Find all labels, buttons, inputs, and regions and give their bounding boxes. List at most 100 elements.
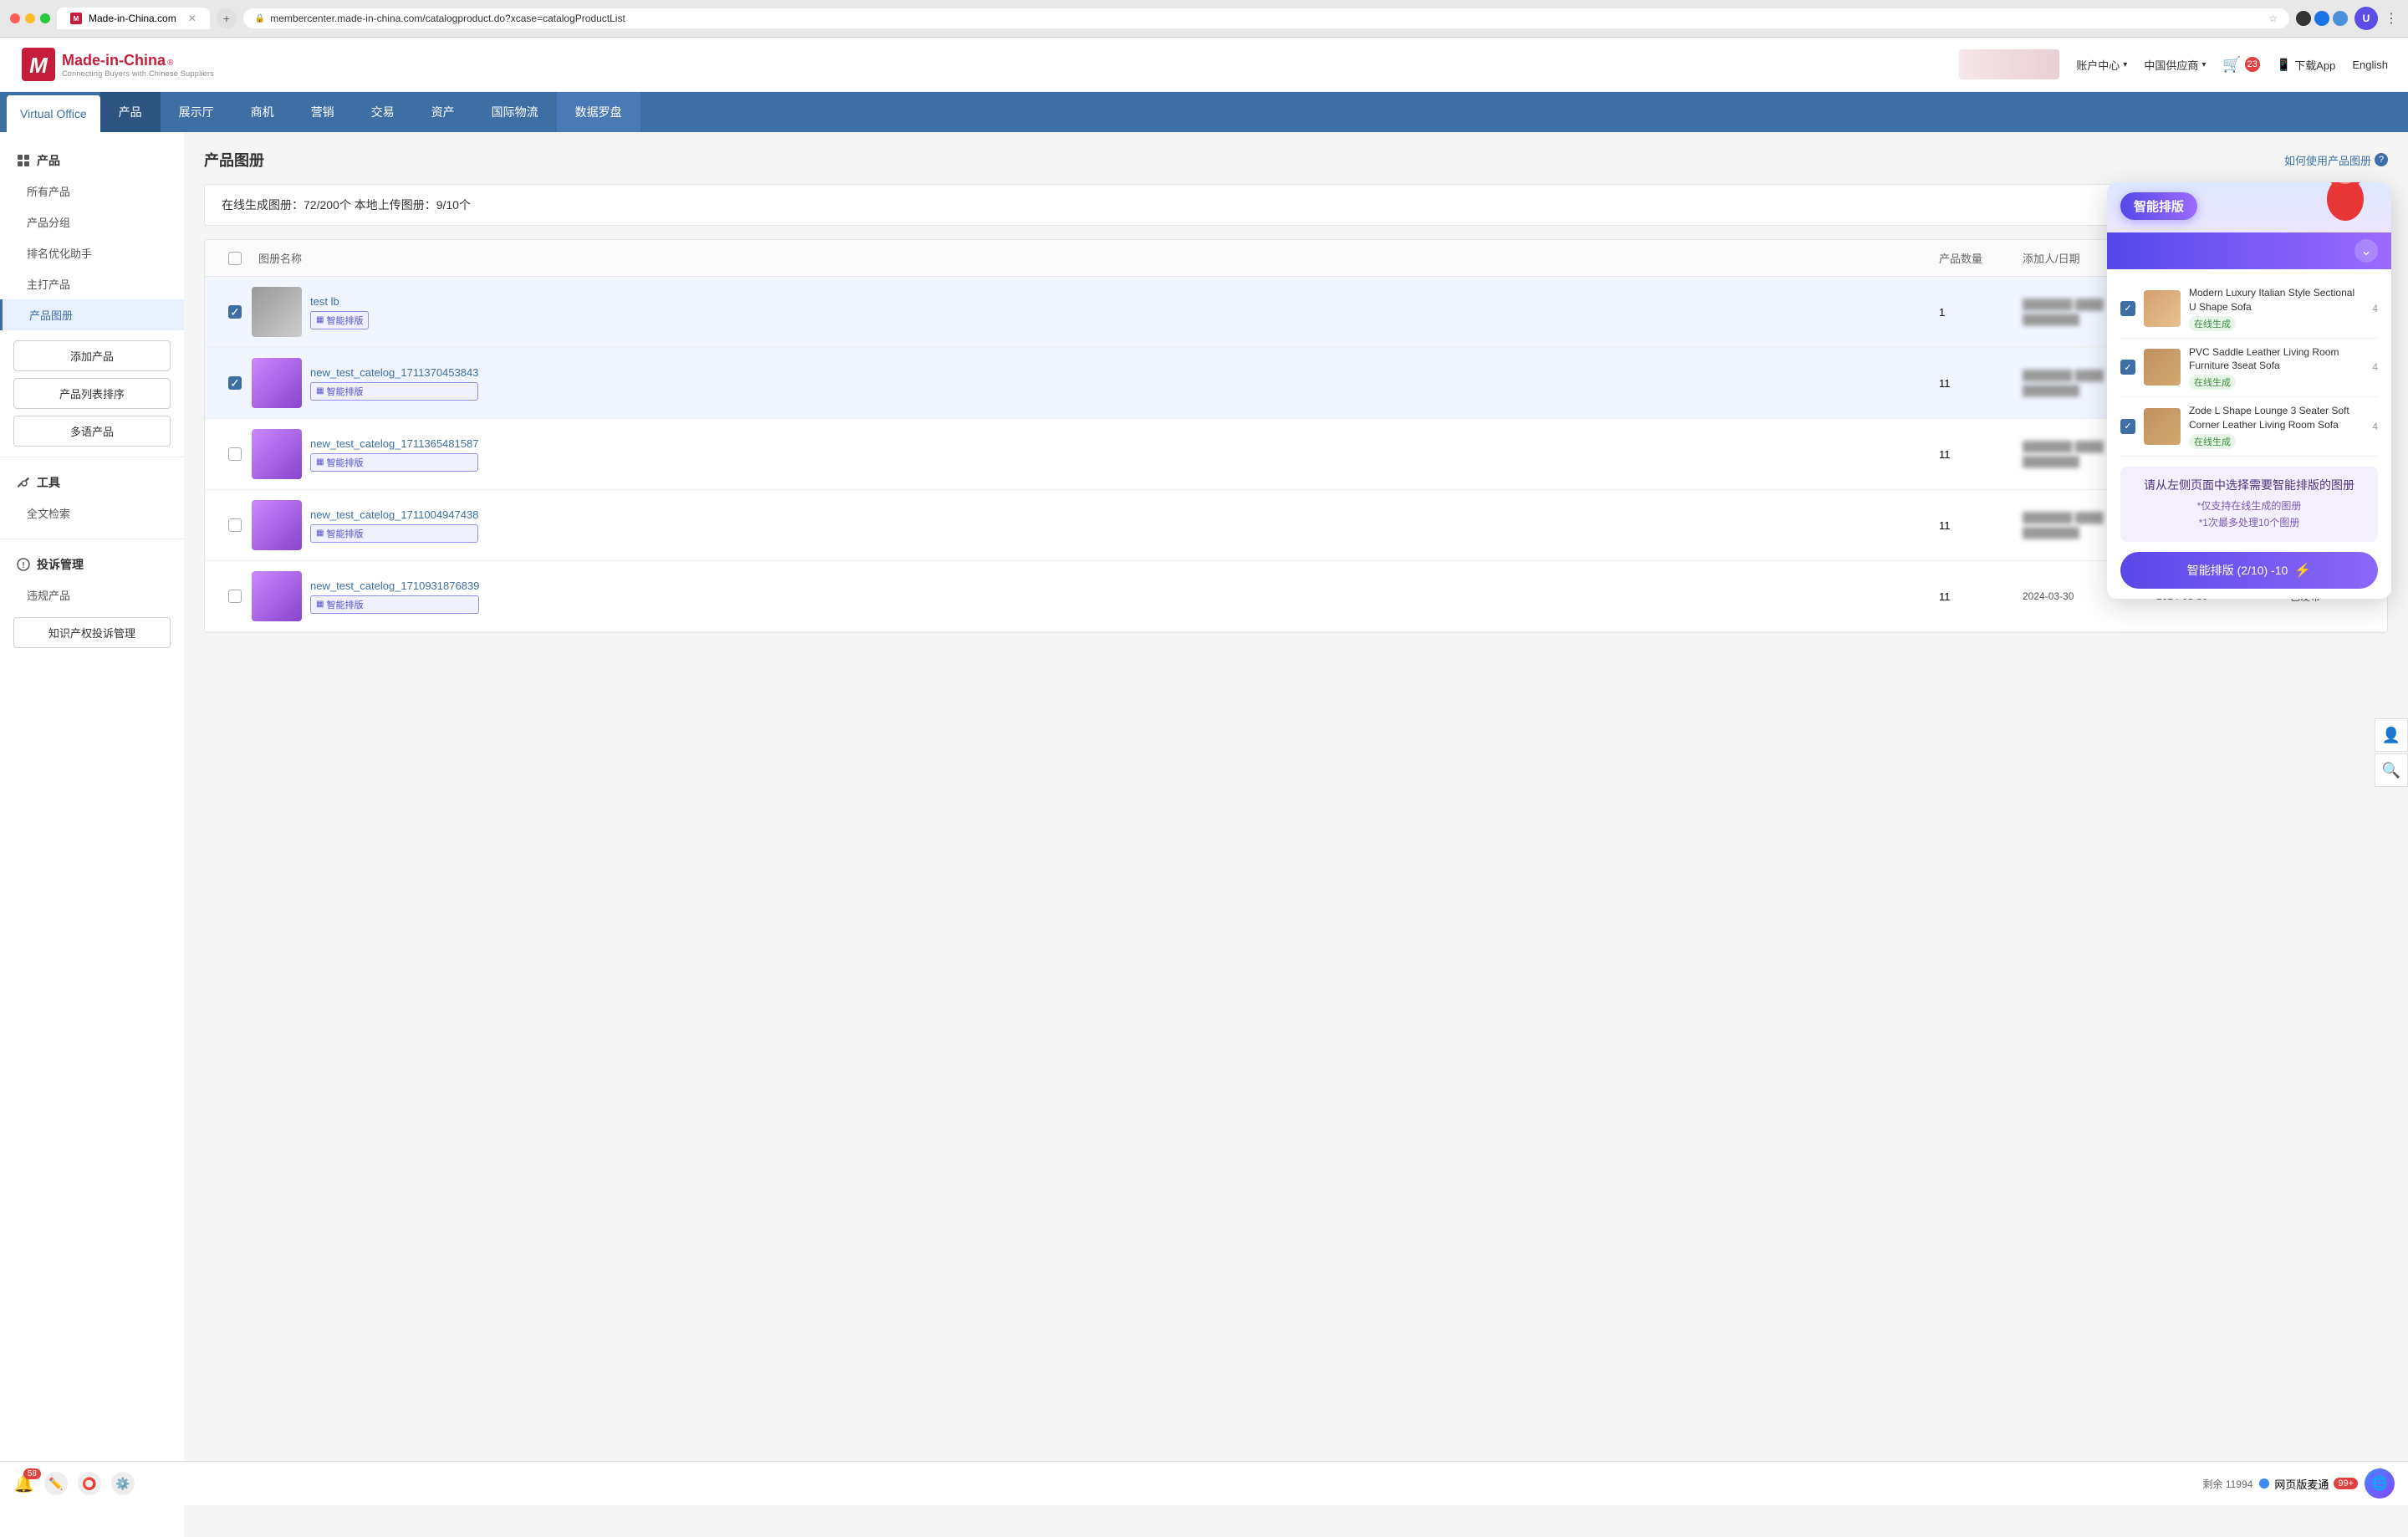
- sidebar-products-section: 产品: [0, 146, 184, 176]
- page-layout: 产品 所有产品 产品分组 排名优化助手 主打产品 产品图册 添加产品 产品列表排…: [0, 132, 2408, 1537]
- ext-icon-3[interactable]: [2333, 11, 2348, 26]
- sidebar-item-full-text-search[interactable]: 全文检索: [0, 498, 184, 529]
- help-link[interactable]: 如何使用产品图册 ?: [2284, 152, 2388, 168]
- new-tab-icon: +: [223, 12, 230, 25]
- nav-item-data[interactable]: 数据罗盘: [557, 92, 640, 132]
- new-tab-button[interactable]: +: [217, 8, 237, 28]
- multilingual-products-label: 多语产品: [70, 426, 114, 438]
- sidebar-label-product-catalog: 产品图册: [29, 309, 73, 322]
- select-all-checkbox[interactable]: [218, 252, 252, 265]
- sidebar-label-ranking-optimizer: 排名优化助手: [27, 248, 92, 260]
- row3-catalog-name[interactable]: new_test_catelog_1711365481587: [310, 437, 478, 450]
- float-feedback-button[interactable]: 🔍: [2375, 753, 2408, 787]
- smart-badge-label: 智能排版: [326, 314, 363, 327]
- logo-area[interactable]: M Made-in-China ® Connecting Buyers with…: [20, 46, 214, 83]
- product-check-3[interactable]: ✓: [2120, 419, 2135, 434]
- account-center-menu[interactable]: 账户中心 ▾: [2076, 57, 2127, 73]
- tools-section-icon: [17, 476, 30, 489]
- notice-item-1: *仅支持在线生成的图册: [2130, 498, 2368, 513]
- notification-bell[interactable]: 🔔 58: [13, 1473, 34, 1494]
- close-traffic-light[interactable]: [10, 13, 20, 23]
- cart-icon-area[interactable]: 🛒 23: [2222, 56, 2259, 74]
- download-app-btn[interactable]: 📱 下载App: [2277, 57, 2336, 73]
- product-check-1[interactable]: ✓: [2120, 301, 2135, 316]
- ip-complaint-button[interactable]: 知识产权投诉管理: [13, 617, 171, 648]
- notice-item-2: *1次最多处理10个图册: [2130, 515, 2368, 529]
- account-center-chevron: ▾: [2123, 60, 2127, 69]
- row4-checkbox[interactable]: [218, 518, 252, 532]
- sidebar-tools-section: 工具: [0, 467, 184, 498]
- smart-layout-button[interactable]: 智能排版 (2/10) -10 ⚡: [2120, 552, 2378, 589]
- nav-item-products[interactable]: 产品: [100, 92, 161, 132]
- nav-item-logistics[interactable]: 国际物流: [473, 92, 557, 132]
- sidebar-complaint-label: 投诉管理: [37, 556, 84, 573]
- lightning-icon: ⚡: [2294, 562, 2311, 579]
- circle-icon-btn[interactable]: ⭕: [78, 1472, 101, 1495]
- product-list-sort-button[interactable]: 产品列表排序: [13, 378, 171, 409]
- product-status-2: 在线生成: [2189, 375, 2236, 390]
- language-selector[interactable]: English: [2352, 59, 2388, 71]
- edit-icon-btn[interactable]: ✏️: [44, 1472, 68, 1495]
- browser-tab[interactable]: M Made-in-China.com ✕: [57, 8, 210, 29]
- panel-collapse-button[interactable]: ⌄: [2354, 239, 2378, 263]
- row2-checkbox[interactable]: ✓: [218, 376, 252, 390]
- fullscreen-traffic-light[interactable]: [40, 13, 50, 23]
- sidebar-label-full-text-search: 全文检索: [27, 508, 70, 520]
- ext-icon-1[interactable]: [2296, 11, 2311, 26]
- nav-item-bizopps[interactable]: 商机: [232, 92, 293, 132]
- sidebar-item-product-groups[interactable]: 产品分组: [0, 207, 184, 237]
- row4-smart-badge[interactable]: ▦ 智能排版: [310, 524, 478, 543]
- multilingual-products-button[interactable]: 多语产品: [13, 416, 171, 447]
- bookmark-icon[interactable]: ☆: [2268, 13, 2278, 24]
- address-bar[interactable]: 🔒 membercenter.made-in-china.com/catalog…: [243, 8, 2289, 28]
- add-product-button[interactable]: 添加产品: [13, 340, 171, 371]
- row1-smart-badge[interactable]: ▦ 智能排版: [310, 311, 369, 329]
- nav-item-trade[interactable]: 交易: [353, 92, 413, 132]
- row3-checkbox[interactable]: [218, 447, 252, 461]
- product-info-1: Modern Luxury Italian Style Sectional U …: [2189, 286, 2364, 331]
- nav-item-virtual-office[interactable]: Virtual Office: [7, 95, 100, 132]
- product-check-2[interactable]: ✓: [2120, 360, 2135, 375]
- sidebar-item-product-catalog[interactable]: 产品图册: [0, 299, 184, 330]
- row2-smart-badge[interactable]: ▦ 智能排版: [310, 382, 478, 401]
- globe-button[interactable]: 🌐: [2365, 1468, 2395, 1499]
- col-catalog-name: 图册名称: [252, 250, 1939, 266]
- table-row: ✓ new_test_catelog_1711370453843 ▦ 智能排版 …: [205, 348, 2387, 419]
- minimize-traffic-light[interactable]: [25, 13, 35, 23]
- url-text: membercenter.made-in-china.com/catalogpr…: [270, 13, 625, 24]
- sidebar-item-ranking-optimizer[interactable]: 排名优化助手: [0, 237, 184, 268]
- sidebar-item-featured-products[interactable]: 主打产品: [0, 268, 184, 299]
- settings-icon-btn[interactable]: ⚙️: [111, 1472, 135, 1495]
- nav-label-bizopps: 商机: [251, 104, 274, 120]
- float-support-button[interactable]: 👤: [2375, 718, 2408, 752]
- smart-badge-icon-2: ▦: [316, 386, 324, 396]
- supplier-menu[interactable]: 中国供应商 ▾: [2144, 57, 2206, 73]
- lock-icon: 🔒: [255, 14, 265, 23]
- sidebar-item-violation-products[interactable]: 违规产品: [0, 580, 184, 610]
- row2-catalog-name[interactable]: new_test_catelog_1711370453843: [310, 366, 478, 379]
- row5-smart-badge[interactable]: ▦ 智能排版: [310, 595, 479, 614]
- browser-menu-icon[interactable]: ⋮: [2385, 10, 2398, 27]
- tab-close-icon[interactable]: ✕: [188, 13, 196, 24]
- sidebar-label-violation-products: 违规产品: [27, 590, 70, 602]
- sidebar-item-all-products[interactable]: 所有产品: [0, 176, 184, 207]
- product-num-2: 4: [2372, 361, 2378, 373]
- profile-icon[interactable]: U: [2354, 7, 2378, 30]
- row3-smart-badge[interactable]: ▦ 智能排版: [310, 453, 478, 472]
- nav-item-assets[interactable]: 资产: [413, 92, 473, 132]
- download-label: 下载App: [2294, 57, 2335, 73]
- smart-badge-label-5: 智能排版: [326, 598, 363, 611]
- logo: M Made-in-China ® Connecting Buyers with…: [20, 46, 214, 83]
- row4-catalog-name[interactable]: new_test_catelog_1711004947438: [310, 508, 478, 521]
- ext-icon-2[interactable]: [2314, 11, 2329, 26]
- panel-product-item-1: ✓ Modern Luxury Italian Style Sectional …: [2120, 279, 2378, 339]
- nav-label-logistics: 国际物流: [492, 104, 538, 120]
- row5-catalog-name[interactable]: new_test_catelog_1710931876839: [310, 580, 479, 592]
- row1-catalog-name[interactable]: test lb: [310, 295, 369, 308]
- nav-item-marketing[interactable]: 营销: [293, 92, 353, 132]
- chat-button[interactable]: 网页版麦通 99+: [2259, 1476, 2358, 1492]
- nav-item-showroom[interactable]: 展示厅: [161, 92, 232, 132]
- row1-checkbox[interactable]: ✓: [218, 305, 252, 319]
- supplier-label: 中国供应商: [2144, 57, 2198, 73]
- row5-checkbox[interactable]: [218, 590, 252, 603]
